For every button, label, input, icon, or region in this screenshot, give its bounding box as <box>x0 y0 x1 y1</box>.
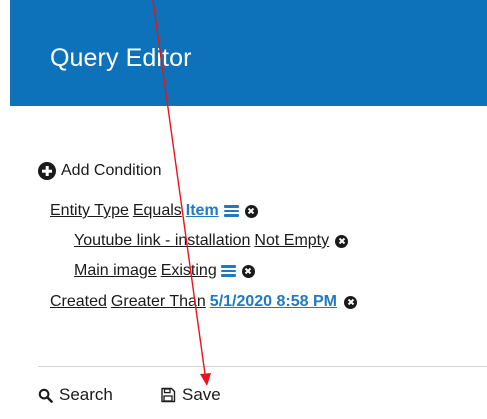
add-condition-label: Add Condition <box>61 162 162 179</box>
search-label: Search <box>59 385 113 404</box>
remove-circle-icon[interactable] <box>244 204 258 218</box>
condition-row: Entity Type Equals Item <box>50 200 258 222</box>
floppy-disk-icon <box>161 387 176 403</box>
list-icon[interactable] <box>220 265 236 277</box>
add-condition-button[interactable]: Add Condition <box>38 160 162 182</box>
save-label: Save <box>182 385 221 404</box>
list-icon[interactable] <box>223 205 239 217</box>
search-button[interactable]: Search <box>38 384 113 406</box>
condition-value[interactable]: 5/1/2020 8:58 PM <box>210 293 337 311</box>
page-title: Query Editor <box>50 44 192 72</box>
header-bar: Query Editor <box>10 0 487 106</box>
condition-row: Youtube link - installation Not Empty <box>74 230 349 252</box>
save-button[interactable]: Save <box>160 384 221 406</box>
condition-field[interactable]: Entity Type <box>50 202 129 220</box>
condition-value[interactable]: Item <box>186 202 219 220</box>
condition-row: Main image Existing <box>74 260 255 282</box>
condition-operator[interactable]: Equals <box>133 202 182 220</box>
remove-circle-icon[interactable] <box>344 295 357 309</box>
condition-field[interactable]: Main image <box>74 262 157 280</box>
plus-circle-icon <box>38 162 56 180</box>
condition-operator[interactable]: Not Empty <box>254 232 329 250</box>
condition-field[interactable]: Created <box>50 293 107 311</box>
remove-circle-icon[interactable] <box>241 264 255 278</box>
condition-field[interactable]: Youtube link - installation <box>74 232 250 250</box>
search-icon <box>38 388 53 403</box>
remove-circle-icon[interactable] <box>335 234 349 248</box>
condition-operator[interactable]: Existing <box>161 262 217 280</box>
condition-row: Created Greater Than 5/1/2020 8:58 PM <box>50 291 357 313</box>
condition-operator[interactable]: Greater Than <box>111 293 206 311</box>
footer-divider <box>38 366 487 367</box>
